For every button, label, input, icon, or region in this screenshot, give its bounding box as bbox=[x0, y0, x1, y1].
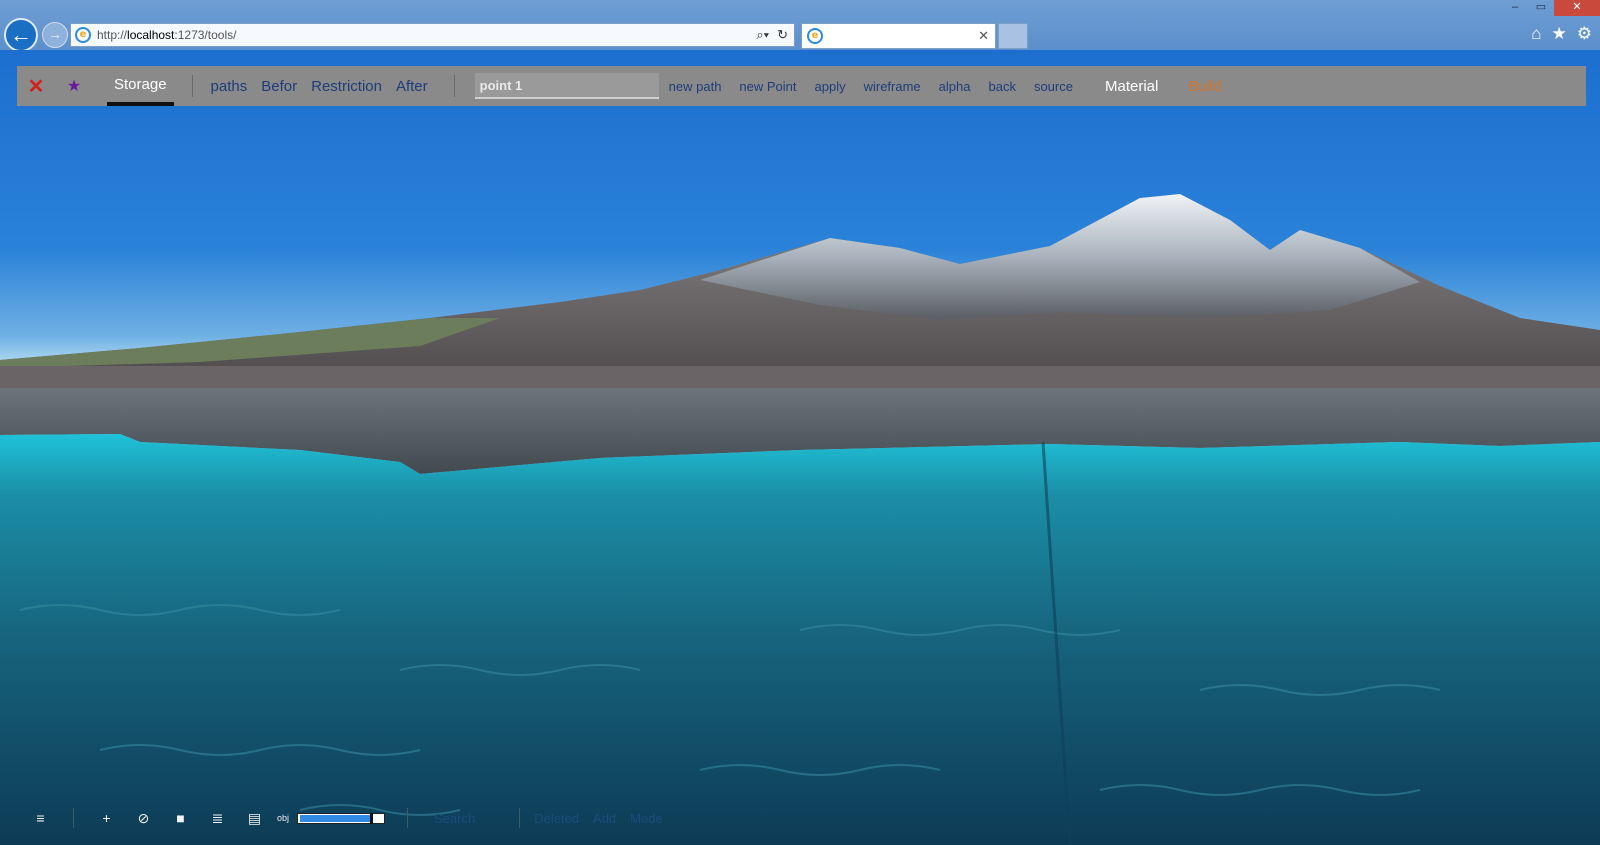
wireframe-button[interactable]: wireframe bbox=[864, 79, 921, 94]
forward-button[interactable]: → bbox=[42, 22, 68, 48]
tab-restriction[interactable]: Restriction bbox=[311, 78, 382, 95]
bottom-toolbar: ≡ + ⊘ ■ ≣ ▤ obj Search Deleted Add Mode bbox=[22, 806, 677, 830]
search-link[interactable]: Search bbox=[434, 811, 475, 826]
back-button-tool[interactable]: back bbox=[988, 79, 1015, 94]
alpha-button[interactable]: alpha bbox=[939, 79, 971, 94]
add-icon[interactable]: + bbox=[88, 810, 125, 826]
new-tab-button[interactable] bbox=[998, 23, 1028, 49]
tab-befor[interactable]: Befor bbox=[261, 78, 297, 95]
pin-icon[interactable]: ★ bbox=[55, 76, 93, 96]
new-path-button[interactable]: new path bbox=[669, 79, 722, 94]
ie-logo-icon: e bbox=[75, 27, 91, 43]
bottom-divider bbox=[519, 808, 521, 828]
toolbar-divider bbox=[191, 75, 193, 97]
toolbar-divider bbox=[453, 75, 455, 97]
no-select-icon[interactable]: ⊘ bbox=[125, 810, 162, 827]
slider-handle[interactable] bbox=[370, 812, 374, 824]
source-button[interactable]: source bbox=[1034, 79, 1073, 94]
apply-button[interactable]: apply bbox=[815, 79, 846, 94]
value-slider[interactable] bbox=[297, 812, 386, 824]
menu-icon[interactable]: ≡ bbox=[22, 810, 59, 826]
minimize-button[interactable]: – bbox=[1502, 0, 1528, 16]
search-icon[interactable]: ⌕▾ bbox=[756, 27, 769, 43]
new-point-button[interactable]: new Point bbox=[739, 79, 796, 94]
address-bar[interactable]: e http://localhost:1273/tools/ ⌕▾ ↻ bbox=[70, 23, 795, 47]
bottom-divider bbox=[407, 808, 409, 828]
slider-fill bbox=[300, 814, 373, 822]
editor-toolbar: ✕ ★ Storage paths Befor Restriction Afte… bbox=[17, 66, 1586, 106]
home-icon[interactable]: ⌂ bbox=[1531, 24, 1541, 44]
tab-storage[interactable]: Storage bbox=[107, 66, 174, 106]
browser-tab[interactable]: e ✕ bbox=[801, 23, 996, 49]
point-name-input[interactable] bbox=[474, 73, 659, 99]
close-window-button[interactable]: ✕ bbox=[1554, 0, 1600, 16]
terrain-viewport[interactable] bbox=[0, 50, 1600, 845]
terrain-render bbox=[0, 194, 1600, 845]
mode-link[interactable]: Mode bbox=[630, 811, 663, 826]
obj-label: obj bbox=[277, 813, 290, 823]
browser-right-icons: ⌂ ★ ⚙ bbox=[1531, 24, 1592, 44]
refresh-icon[interactable]: ↻ bbox=[777, 27, 788, 43]
browser-chrome: – ▭ ✕ ← → e http://localhost:1273/tools/… bbox=[0, 0, 1600, 52]
address-icons: ⌕▾ ↻ bbox=[756, 27, 788, 43]
add-link[interactable]: Add bbox=[593, 811, 616, 826]
deleted-link[interactable]: Deleted bbox=[534, 811, 579, 826]
tab-material[interactable]: Material bbox=[1105, 78, 1158, 95]
tab-close-icon[interactable]: ✕ bbox=[978, 28, 989, 44]
favorites-star-icon[interactable]: ★ bbox=[1552, 24, 1567, 44]
bottom-divider bbox=[73, 808, 74, 828]
layers-icon[interactable]: ▤ bbox=[236, 810, 273, 827]
solid-square-icon[interactable]: ■ bbox=[162, 810, 199, 826]
tab-after[interactable]: After bbox=[396, 78, 428, 95]
tab-ie-icon: e bbox=[807, 28, 823, 44]
stairs-icon[interactable]: ≣ bbox=[199, 810, 236, 827]
back-button[interactable]: ← bbox=[4, 18, 38, 52]
settings-gear-icon[interactable]: ⚙ bbox=[1577, 24, 1592, 44]
window-controls: – ▭ ✕ bbox=[1502, 0, 1600, 16]
url-text: http://localhost:1273/tools/ bbox=[97, 28, 237, 42]
tab-paths[interactable]: paths bbox=[211, 78, 248, 95]
build-button[interactable]: Build bbox=[1188, 78, 1221, 95]
close-icon[interactable]: ✕ bbox=[17, 74, 55, 99]
maximize-button[interactable]: ▭ bbox=[1528, 0, 1554, 16]
